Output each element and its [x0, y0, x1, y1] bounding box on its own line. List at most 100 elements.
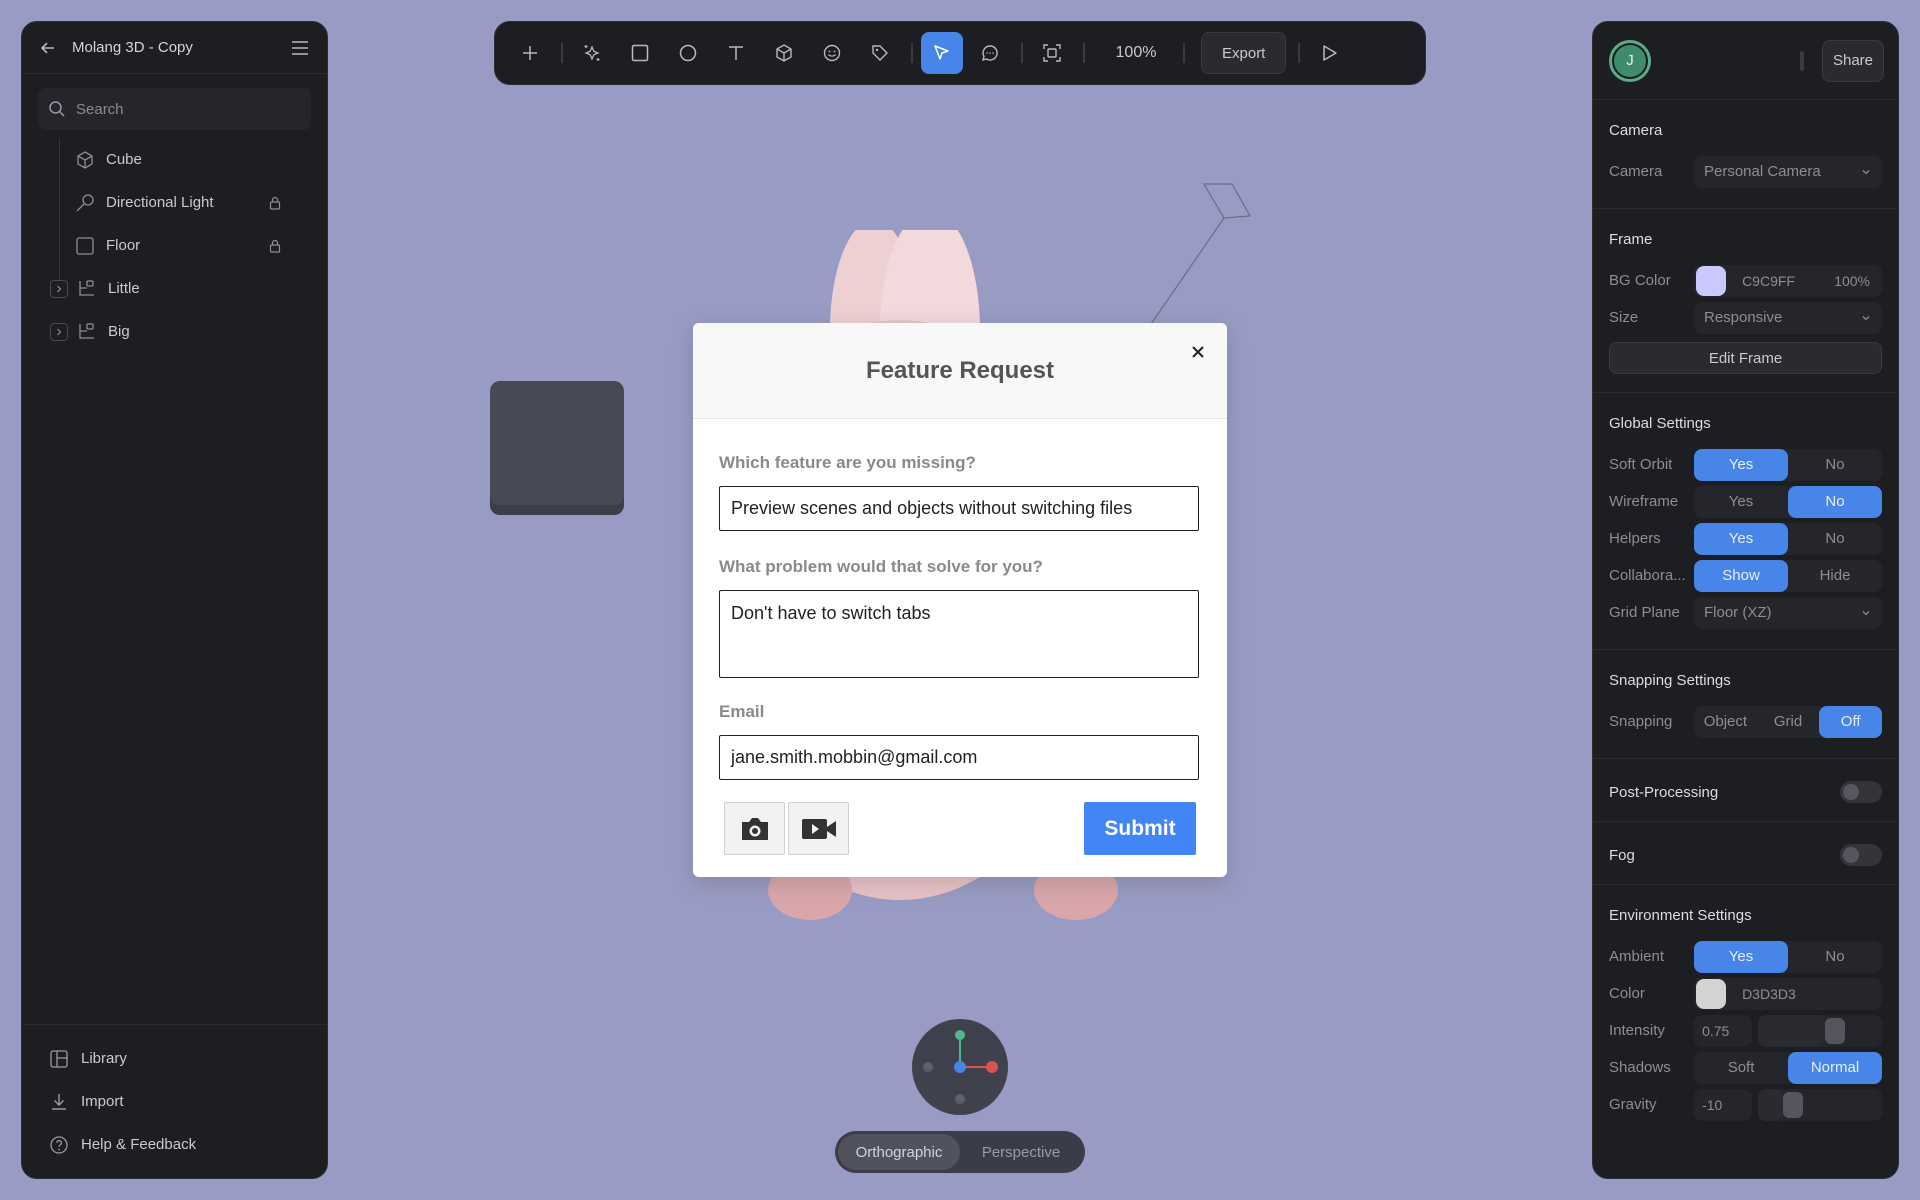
size-select[interactable]: Responsive	[1693, 301, 1882, 334]
layer-item-floor[interactable]: Floor	[38, 224, 311, 267]
ambient-no[interactable]: No	[1788, 941, 1882, 973]
layer-item-cube[interactable]: Cube	[38, 138, 311, 181]
feature-input[interactable]: Preview scenes and objects without switc…	[719, 486, 1199, 531]
shadows-normal[interactable]: Normal	[1788, 1051, 1882, 1084]
expand-chevron-icon[interactable]	[50, 322, 68, 341]
size-label: Size	[1609, 309, 1639, 326]
ambient-color-hex[interactable]: D3D3D3	[1742, 986, 1882, 1002]
ambient-color-swatch[interactable]	[1696, 978, 1727, 1009]
gravity-slider[interactable]	[1758, 1088, 1882, 1121]
helpers-no[interactable]: No	[1788, 523, 1882, 555]
shadows-toggle: Soft Normal	[1694, 1051, 1882, 1084]
snapping-off[interactable]: Off	[1819, 705, 1882, 738]
camera-section: Camera Camera Personal Camera	[1593, 100, 1898, 209]
gravity-input[interactable]: -10	[1694, 1088, 1753, 1121]
section-title: Global Settings	[1609, 415, 1711, 432]
rectangle-tool[interactable]	[619, 32, 661, 74]
email-field[interactable]: jane.smith.mobbin@gmail.com	[719, 735, 1199, 780]
layer-label: Big	[108, 323, 130, 340]
emoji-tool[interactable]	[811, 32, 853, 74]
edit-frame-button[interactable]: Edit Frame	[1609, 342, 1882, 374]
import-label: Import	[81, 1093, 124, 1110]
wireframe-yes[interactable]: Yes	[1694, 486, 1788, 518]
grid-plane-select[interactable]: Floor (XZ)	[1693, 596, 1882, 629]
video-icon	[801, 816, 837, 842]
submit-button[interactable]: Submit	[1084, 802, 1196, 855]
library-button[interactable]: Library	[22, 1037, 327, 1080]
layer-item-directional-light[interactable]: Directional Light	[38, 181, 311, 224]
y-axis-handle	[955, 1030, 965, 1040]
play-icon	[1319, 43, 1339, 63]
fit-view-button[interactable]	[1031, 32, 1073, 74]
text-tool[interactable]	[715, 32, 757, 74]
orthographic-option[interactable]: Orthographic	[838, 1134, 960, 1170]
bg-color-hex[interactable]: C9C9FF	[1742, 273, 1834, 289]
cube-object[interactable]	[490, 381, 624, 515]
ai-generate-button[interactable]	[571, 32, 613, 74]
search-input[interactable]	[76, 100, 296, 118]
soft-orbit-label: Soft Orbit	[1609, 456, 1673, 473]
snapping-object[interactable]: Object	[1694, 706, 1757, 738]
layer-item-big[interactable]: Big	[38, 310, 311, 353]
layer-item-little[interactable]: Little	[38, 267, 311, 310]
bg-opacity[interactable]: 100%	[1834, 273, 1870, 289]
material-tool[interactable]	[859, 32, 901, 74]
orientation-gizmo[interactable]	[912, 1019, 1008, 1115]
email-label: Email	[719, 702, 765, 721]
snapping-toggle: Object Grid Off	[1694, 705, 1882, 738]
gravity-label: Gravity	[1609, 1096, 1657, 1113]
ambient-yes[interactable]: Yes	[1694, 940, 1789, 973]
intensity-input[interactable]: 0.75	[1694, 1014, 1753, 1047]
3d-object-tool[interactable]	[763, 32, 805, 74]
post-processing-toggle[interactable]	[1840, 781, 1882, 803]
record-video-button[interactable]	[788, 802, 849, 855]
problem-question-label: What problem would that solve for you?	[719, 557, 1043, 576]
share-button[interactable]: Share	[1821, 39, 1884, 82]
soft-orbit-no[interactable]: No	[1788, 449, 1882, 481]
shadows-soft[interactable]: Soft	[1694, 1052, 1788, 1084]
close-icon[interactable]	[1187, 341, 1209, 363]
comment-tool[interactable]	[969, 32, 1011, 74]
select-tool[interactable]	[921, 32, 963, 74]
ellipse-tool[interactable]	[667, 32, 709, 74]
bg-color-swatch[interactable]	[1696, 265, 1727, 296]
helpers-yes[interactable]: Yes	[1694, 522, 1789, 555]
import-button[interactable]: Import	[22, 1080, 327, 1123]
intensity-slider[interactable]	[1758, 1014, 1882, 1047]
screenshot-button[interactable]	[724, 802, 785, 855]
expand-chevron-icon[interactable]	[50, 279, 68, 298]
collaboration-hide[interactable]: Hide	[1788, 560, 1882, 592]
bg-color-field[interactable]: C9C9FF 100%	[1694, 264, 1882, 297]
toolbar-divider	[561, 43, 563, 63]
shadows-label: Shadows	[1609, 1059, 1671, 1076]
soft-orbit-yes[interactable]: Yes	[1694, 448, 1789, 481]
camera-icon	[739, 816, 771, 842]
snapping-grid[interactable]: Grid	[1757, 706, 1820, 738]
play-button[interactable]	[1308, 32, 1350, 74]
post-processing-label: Post-Processing	[1609, 783, 1719, 801]
lock-icon[interactable]	[269, 239, 281, 253]
zoom-level[interactable]: 100%	[1093, 44, 1179, 62]
fog-toggle[interactable]	[1840, 844, 1882, 866]
problem-textarea[interactable]: Don't have to switch tabs	[719, 590, 1199, 678]
properties-header: J Share	[1593, 22, 1898, 100]
camera-select[interactable]: Personal Camera	[1693, 155, 1882, 188]
top-toolbar: 100% Export	[494, 21, 1426, 85]
avatar-initial: J	[1614, 44, 1646, 77]
x-axis-handle	[986, 1061, 998, 1073]
add-button[interactable]	[509, 32, 551, 74]
avatar[interactable]: J	[1609, 39, 1651, 82]
ambient-color-field[interactable]: D3D3D3	[1694, 977, 1882, 1010]
snapping-label: Snapping	[1609, 713, 1673, 730]
library-icon	[49, 1049, 69, 1069]
back-arrow-icon[interactable]	[38, 38, 58, 58]
perspective-option[interactable]: Perspective	[960, 1134, 1082, 1170]
camera-helper[interactable]	[1130, 180, 1260, 340]
project-title[interactable]: Molang 3D - Copy	[72, 39, 289, 56]
wireframe-no[interactable]: No	[1788, 485, 1882, 518]
lock-icon[interactable]	[269, 196, 281, 210]
menu-icon[interactable]	[289, 37, 311, 59]
help-feedback-button[interactable]: Help & Feedback	[22, 1123, 327, 1166]
collaboration-show[interactable]: Show	[1694, 559, 1789, 592]
export-button[interactable]: Export	[1201, 32, 1287, 74]
